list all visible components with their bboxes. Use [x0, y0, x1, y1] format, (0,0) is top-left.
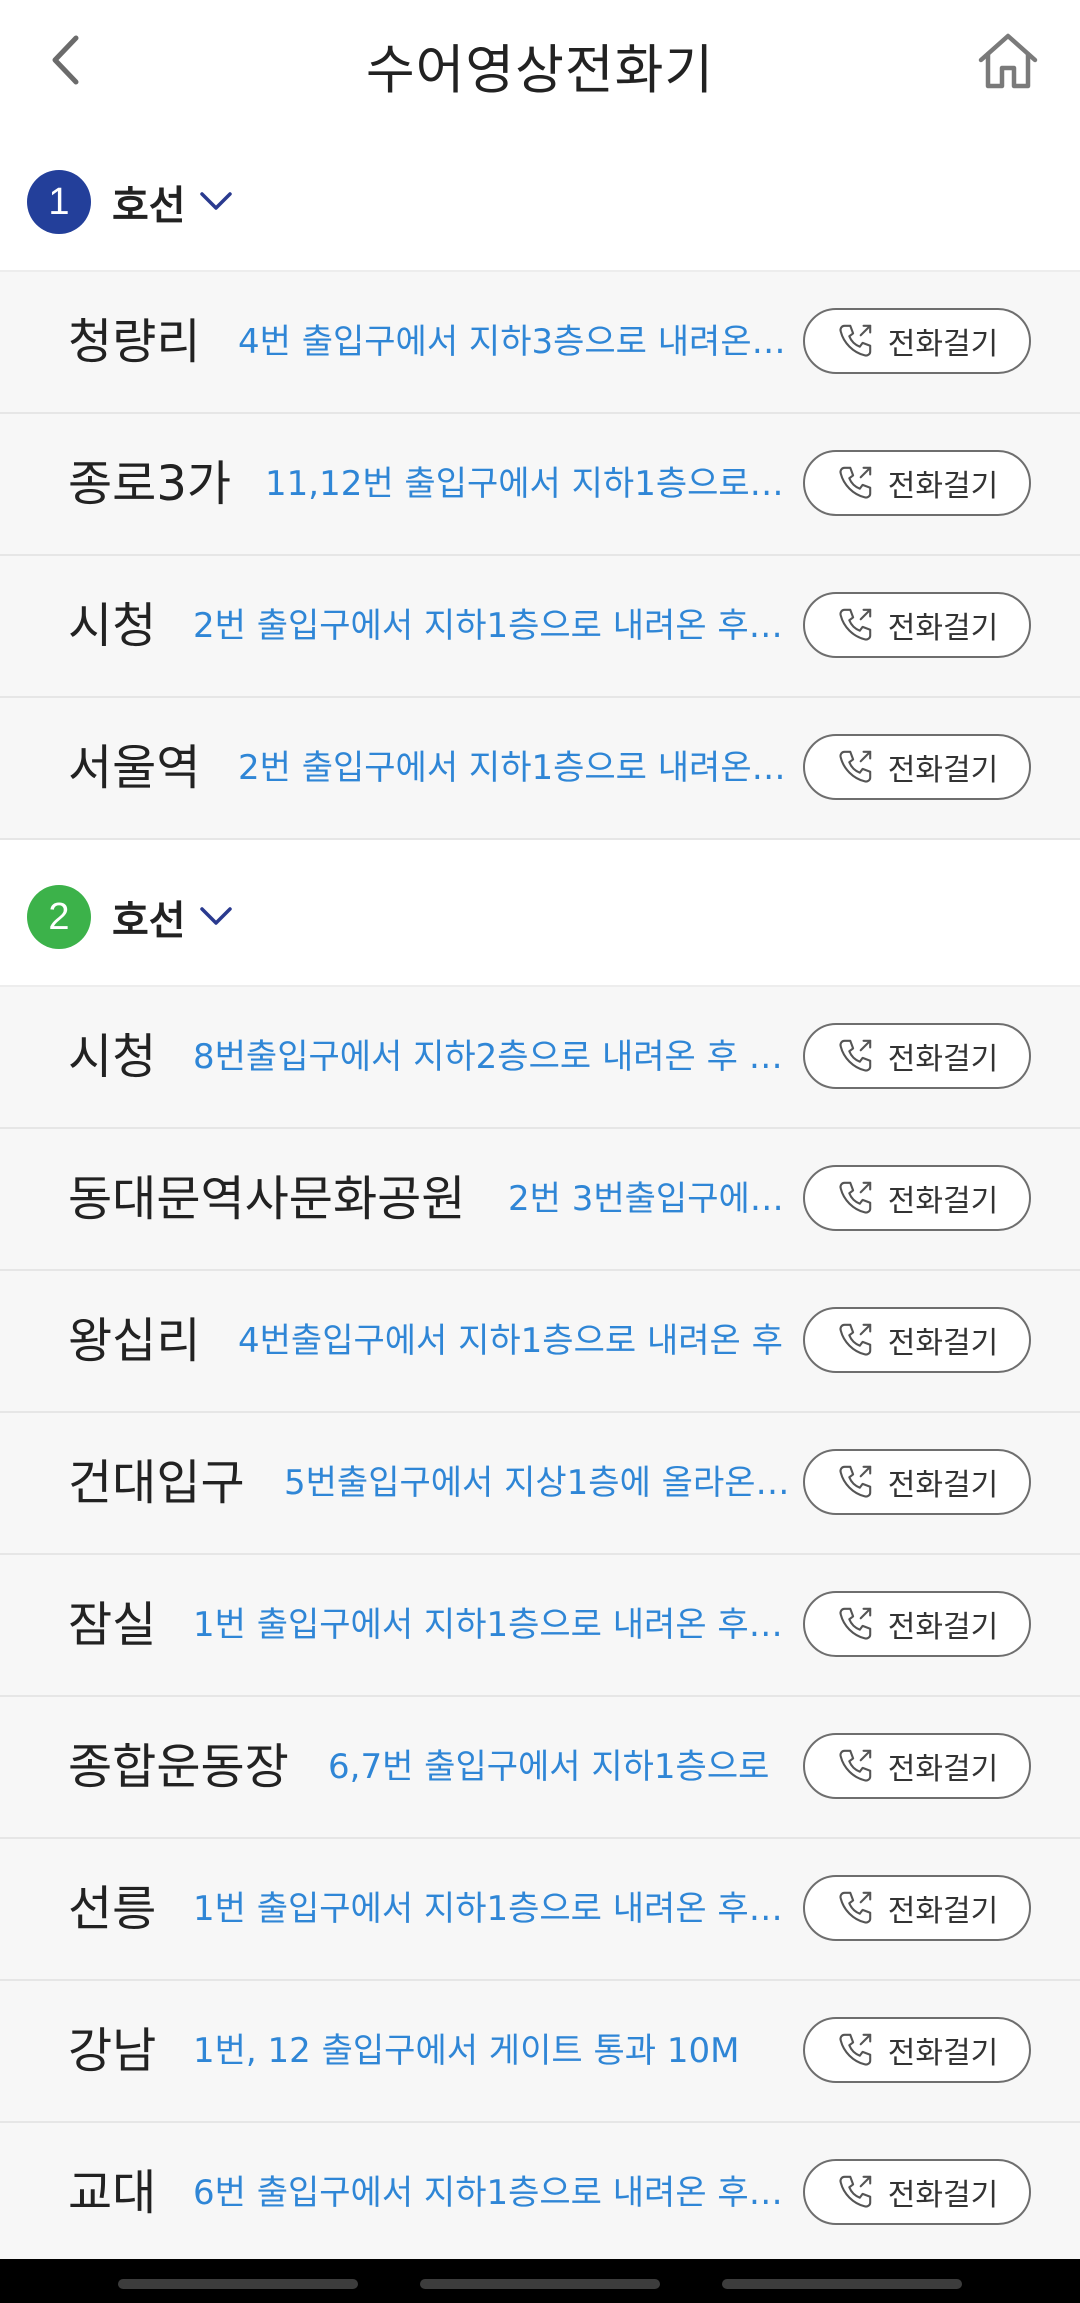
station-name: 건대입구	[68, 1455, 245, 1511]
station-exit-description: 5번출입구에서 지상1층에 올라온 후	[284, 1463, 790, 1503]
call-button-label: 전화걸기	[887, 1042, 999, 1077]
home-button[interactable]	[975, 30, 1041, 92]
station-name: 종합운동장	[68, 1739, 289, 1795]
phone-call-icon	[839, 1465, 872, 1498]
call-button-label: 전화걸기	[887, 2036, 999, 2071]
call-button[interactable]: 전화걸기	[803, 450, 1031, 516]
call-button-label: 전화걸기	[887, 1184, 999, 1219]
line-header-1[interactable]: 1 호선	[0, 125, 1080, 272]
station-name: 교대	[68, 2165, 157, 2221]
call-button[interactable]: 전화걸기	[803, 1307, 1031, 1373]
home-icon	[978, 33, 1038, 89]
phone-call-icon	[839, 1891, 872, 1924]
nav-bar-segment	[420, 2279, 660, 2289]
call-button[interactable]: 전화걸기	[803, 1591, 1031, 1657]
app-header: 수어영상전화기	[0, 0, 1080, 125]
phone-call-icon	[839, 1607, 872, 1640]
phone-call-icon	[839, 1039, 872, 1072]
system-navigation-bar	[0, 2259, 1080, 2303]
station-exit-description: 1번 출입구에서 지하1층으로 내려온 후 게이트	[193, 1889, 790, 1929]
line-header-2[interactable]: 2 호선	[0, 840, 1080, 987]
line-number-badge: 1	[27, 170, 91, 234]
station-row: 잠실 1번 출입구에서 지하1층으로 내려온 후 게이트 전화걸기	[0, 1555, 1080, 1697]
line-number-badge: 2	[27, 885, 91, 949]
call-button-label: 전화걸기	[887, 1326, 999, 1361]
call-button[interactable]: 전화걸기	[803, 1449, 1031, 1515]
station-exit-description: 2번 출입구에서 지하1층으로 내려온 후	[238, 748, 790, 788]
phone-call-icon	[839, 1749, 872, 1782]
call-button-label: 전화걸기	[887, 2178, 999, 2213]
chevron-down-icon	[200, 192, 232, 210]
phone-call-icon	[839, 1323, 872, 1356]
station-row: 건대입구 5번출입구에서 지상1층에 올라온 후 전화걸기	[0, 1413, 1080, 1555]
phone-call-icon	[839, 2033, 872, 2066]
call-button-label: 전화걸기	[887, 1894, 999, 1929]
station-row: 강남 1번, 12 출입구에서 게이트 통과 10M 전화걸기	[0, 1981, 1080, 2123]
station-exit-description: 2번 출입구에서 지하1층으로 내려온 후 게이트	[193, 606, 790, 646]
station-name: 왕십리	[68, 1313, 201, 1369]
call-button[interactable]: 전화걸기	[803, 308, 1031, 374]
station-exit-description: 11,12번 출입구에서 지하1층으로 내려온 후	[265, 464, 790, 504]
station-name: 시청	[68, 1029, 157, 1085]
station-row: 시청 8번출입구에서 지하2층으로 내려온 후 게이트 전화걸기	[0, 987, 1080, 1129]
station-list: 1 호선 청량리 4번 출입구에서 지하3층으로 내려온 후 전화걸기 종로3가 11,12…	[0, 125, 1080, 2265]
station-name: 청량리	[68, 314, 201, 370]
station-exit-description: 1번 출입구에서 지하1층으로 내려온 후 게이트	[193, 1605, 790, 1645]
phone-call-icon	[839, 750, 872, 783]
station-row: 시청 2번 출입구에서 지하1층으로 내려온 후 게이트 전화걸기	[0, 556, 1080, 698]
page-title: 수어영상전화기	[365, 40, 715, 101]
call-button[interactable]: 전화걸기	[803, 734, 1031, 800]
station-row: 선릉 1번 출입구에서 지하1층으로 내려온 후 게이트 전화걸기	[0, 1839, 1080, 1981]
line-label: 호선	[112, 183, 186, 229]
station-name: 서울역	[68, 740, 201, 796]
call-button[interactable]: 전화걸기	[803, 1165, 1031, 1231]
station-exit-description: 8번출입구에서 지하2층으로 내려온 후 게이트	[193, 1037, 790, 1077]
phone-call-icon	[839, 466, 872, 499]
call-button[interactable]: 전화걸기	[803, 2017, 1031, 2083]
phone-call-icon	[839, 324, 872, 357]
call-button[interactable]: 전화걸기	[803, 592, 1031, 658]
station-row: 서울역 2번 출입구에서 지하1층으로 내려온 후 전화걸기	[0, 698, 1080, 840]
station-row: 청량리 4번 출입구에서 지하3층으로 내려온 후 전화걸기	[0, 272, 1080, 414]
station-exit-description: 4번 출입구에서 지하3층으로 내려온 후	[238, 322, 790, 362]
call-button-label: 전화걸기	[887, 1468, 999, 1503]
call-button-label: 전화걸기	[887, 327, 999, 362]
phone-call-icon	[839, 1181, 872, 1214]
station-exit-description: 6번 출입구에서 지하1층으로 내려온 후 게이트	[193, 2173, 790, 2213]
nav-bar-segment	[722, 2279, 962, 2289]
station-name: 동대문역사문화공원	[68, 1171, 466, 1227]
station-name: 잠실	[68, 1597, 157, 1653]
call-button-label: 전화걸기	[887, 1610, 999, 1645]
call-button[interactable]: 전화걸기	[803, 1733, 1031, 1799]
phone-call-icon	[839, 608, 872, 641]
station-name: 종로3가	[68, 456, 232, 512]
station-row: 왕십리 4번출입구에서 지하1층으로 내려온 후 전화걸기	[0, 1271, 1080, 1413]
chevron-down-icon	[200, 907, 232, 925]
call-button-label: 전화걸기	[887, 469, 999, 504]
station-name: 강남	[68, 2023, 157, 2079]
call-button-label: 전화걸기	[887, 1752, 999, 1787]
station-exit-description: 4번출입구에서 지하1층으로 내려온 후	[238, 1321, 783, 1361]
station-exit-description: 2번 3번출입구에서 지하1층	[508, 1179, 790, 1219]
station-name: 선릉	[68, 1881, 157, 1937]
call-button[interactable]: 전화걸기	[803, 1875, 1031, 1941]
station-exit-description: 1번, 12 출입구에서 게이트 통과 10M	[193, 2031, 740, 2071]
call-button-label: 전화걸기	[887, 753, 999, 788]
call-button[interactable]: 전화걸기	[803, 2159, 1031, 2225]
line-label: 호선	[112, 898, 186, 944]
call-button-label: 전화걸기	[887, 611, 999, 646]
station-row: 교대 6번 출입구에서 지하1층으로 내려온 후 게이트 전화걸기	[0, 2123, 1080, 2265]
station-name: 시청	[68, 598, 157, 654]
call-button[interactable]: 전화걸기	[803, 1023, 1031, 1089]
station-row: 동대문역사문화공원 2번 3번출입구에서 지하1층 전화걸기	[0, 1129, 1080, 1271]
nav-bar-segment	[118, 2279, 358, 2289]
station-exit-description: 6,7번 출입구에서 지하1층으로	[328, 1747, 770, 1787]
phone-call-icon	[839, 2175, 872, 2208]
station-row: 종합운동장 6,7번 출입구에서 지하1층으로 전화걸기	[0, 1697, 1080, 1839]
station-row: 종로3가 11,12번 출입구에서 지하1층으로 내려온 후 전화걸기	[0, 414, 1080, 556]
